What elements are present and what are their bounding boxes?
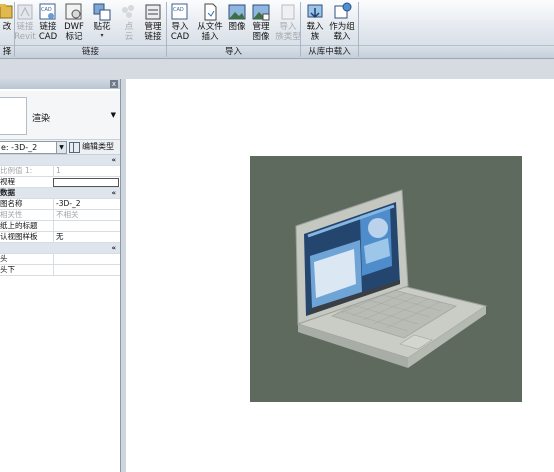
preview-thumbnail — [0, 97, 27, 135]
close-icon[interactable]: x — [110, 80, 118, 88]
manage-images-icon — [251, 2, 271, 22]
property-value: 不相关 — [53, 210, 120, 220]
ribbon: 改 链接 Revit CAD 链接 CAD DWF 标记 贴花 ▾ 点 云 管理… — [0, 0, 554, 59]
property-value[interactable] — [53, 265, 120, 275]
group-label-link: 链接 — [15, 45, 166, 58]
file-insert-icon — [200, 2, 220, 22]
workspace-gap — [0, 59, 554, 79]
chevron-down-icon[interactable]: ▼ — [111, 111, 116, 119]
collapse-icon[interactable]: « — [111, 155, 116, 165]
manage-links-button[interactable]: 管理 链接 — [142, 2, 164, 44]
chevron-down-icon[interactable]: ▼ — [56, 141, 67, 154]
property-row: 纸上的标题 — [0, 221, 120, 232]
edit-type-icon — [69, 141, 80, 153]
group-label-select: 择 — [0, 45, 14, 58]
laptop-render — [295, 189, 488, 368]
family-types-icon — [278, 2, 298, 22]
property-value[interactable] — [53, 221, 120, 231]
property-key: 相关性 — [0, 210, 23, 219]
category-header[interactable]: « — [0, 243, 120, 254]
image-icon — [227, 2, 247, 22]
properties-panel: x 渲染 ▼ e: -3D-_2 ▼ 编辑类型 « 比例值 1: 1 视程 数据… — [0, 79, 121, 472]
property-row: 比例值 1: 1 — [0, 166, 120, 177]
image-button[interactable]: 图像 — [226, 2, 248, 44]
link-revit-button[interactable]: 链接 Revit — [14, 2, 36, 44]
link-revit-label2: Revit — [14, 31, 36, 42]
point-cloud-label2: 云 — [124, 31, 134, 42]
property-key: 纸上的标题 — [0, 221, 38, 230]
insert-from-file-button[interactable]: 从文件 插入 — [196, 2, 224, 44]
decal-icon — [92, 2, 112, 22]
manage-images-label2: 图像 — [252, 31, 270, 42]
import-family-label2: 族类型 — [275, 31, 301, 42]
partial-button[interactable]: 改 — [0, 2, 14, 44]
category-header[interactable]: 数据 « — [0, 188, 120, 199]
decal-button[interactable]: 贴花 ▾ — [90, 2, 114, 44]
dwf-label2: 标记 — [65, 31, 83, 42]
property-row: 视程 — [0, 177, 120, 188]
panel-scrollbar[interactable] — [121, 79, 126, 472]
properties-list: « 比例值 1: 1 视程 数据 « 图名称 -3D-_2 相关性 不相关 纸上… — [0, 155, 120, 276]
dwf-markup-button[interactable]: DWF 标记 — [62, 2, 86, 44]
manage-links-label2: 链接 — [144, 31, 162, 42]
collapse-icon[interactable]: « — [111, 188, 116, 198]
dwf-icon — [64, 2, 84, 22]
import-cad-icon: CAD — [170, 2, 190, 22]
cad-link-icon: CAD — [38, 2, 58, 22]
property-row: 头 — [0, 254, 120, 265]
property-value[interactable] — [53, 254, 120, 264]
load-family-label2: 族 — [310, 31, 320, 42]
property-key: 视程 — [0, 177, 15, 186]
type-selector-bar: e: -3D-_2 ▼ 编辑类型 — [0, 140, 120, 155]
point-cloud-icon — [119, 2, 139, 22]
rendered-view — [250, 156, 522, 402]
property-value: 1 — [53, 166, 120, 176]
import-cad-label2: CAD — [170, 31, 190, 42]
link-cad-button[interactable]: CAD 链接 CAD — [37, 2, 59, 44]
property-input[interactable] — [53, 178, 119, 187]
manage-images-button[interactable]: 管理 图像 — [250, 2, 272, 44]
property-key: 认视图样板 — [0, 232, 38, 241]
property-row: 相关性 不相关 — [0, 210, 120, 221]
panel-title-bar: x — [0, 79, 120, 89]
property-row: 头下 — [0, 265, 120, 276]
edit-type-button[interactable]: 编辑类型 — [69, 141, 114, 153]
svg-text:CAD: CAD — [173, 7, 184, 13]
link-cad-label2: CAD — [38, 31, 58, 42]
load-family-icon — [305, 2, 325, 22]
partial-label: 改 — [2, 22, 12, 32]
import-family-types-button[interactable]: 导入 族类型 — [274, 2, 302, 44]
group-label-load: 从库中载入 — [301, 45, 358, 58]
revit-link-icon — [15, 2, 35, 22]
group-label-import: 导入 — [167, 45, 300, 58]
property-key: 比例值 1: — [0, 166, 33, 175]
property-key: 头 — [0, 254, 8, 263]
svg-text:CAD: CAD — [41, 7, 52, 13]
property-value[interactable]: 无 — [53, 232, 120, 242]
decal-dropdown-icon: ▾ — [100, 31, 104, 39]
property-value[interactable]: -3D-_2 — [53, 199, 120, 209]
import-cad-button[interactable]: CAD 导入 CAD — [169, 2, 191, 44]
property-row: 图名称 -3D-_2 — [0, 199, 120, 210]
load-as-group-button[interactable]: 作为组 载入 — [328, 2, 356, 44]
property-key: 图名称 — [0, 199, 23, 208]
load-group-icon — [332, 2, 352, 22]
collapse-icon[interactable]: « — [111, 243, 116, 253]
preview-label: 渲染 — [32, 114, 51, 124]
property-row: 认视图样板 无 — [0, 232, 120, 243]
property-key: 头下 — [0, 265, 15, 274]
point-cloud-button[interactable]: 点 云 — [118, 2, 140, 44]
load-family-button[interactable]: 载入 族 — [302, 2, 328, 44]
type-preview: 渲染 ▼ — [0, 91, 120, 140]
from-file-label2: 插入 — [201, 31, 219, 42]
ribbon-empty-area — [359, 45, 554, 58]
image-label: 图像 — [228, 22, 246, 32]
category-label: 数据 — [0, 188, 15, 197]
load-group-label2: 载入 — [333, 31, 351, 42]
category-header[interactable]: « — [0, 155, 120, 166]
manage-links-icon — [143, 2, 163, 22]
edit-type-label: 编辑类型 — [82, 142, 114, 151]
